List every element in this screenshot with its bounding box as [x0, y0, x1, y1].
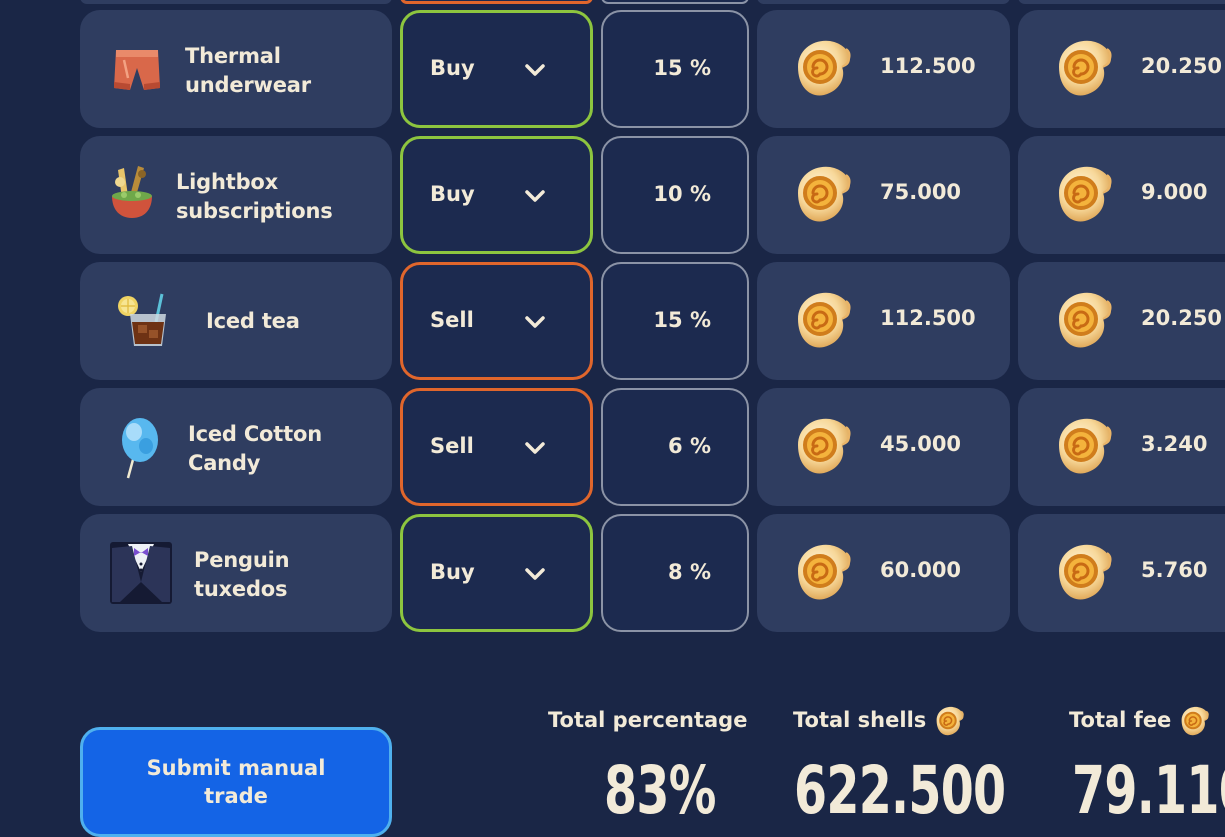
trade-type-value: Sell — [430, 308, 474, 332]
fee-amount: 5.760 — [1141, 558, 1208, 582]
chevron-down-icon — [524, 315, 546, 329]
trade-row: Iced tea Sell 15 % 112.500 20.250 — [0, 262, 1225, 382]
item-name: Thermal underwear — [185, 44, 311, 97]
lightbox-bowl-icon — [112, 166, 152, 218]
trade-row: Iced Cotton Candy Sell 6 % 45.000 3.240 — [0, 388, 1225, 508]
fee-amount-card: 5.760 — [1018, 514, 1225, 632]
shell-currency-icon — [1177, 705, 1211, 737]
shell-currency-icon — [790, 289, 854, 351]
previous-row-edge — [400, 0, 593, 4]
shells-amount-card: 75.000 — [757, 136, 1010, 254]
percentage-field[interactable]: 8 % — [601, 514, 749, 632]
fee-amount: 20.250 — [1141, 306, 1223, 330]
item-name: Penguin tuxedos — [194, 548, 290, 601]
percentage-value: 15 % — [653, 56, 711, 80]
trade-type-value: Buy — [430, 182, 475, 206]
shells-amount-card: 45.000 — [757, 388, 1010, 506]
shell-currency-icon — [790, 415, 854, 477]
fee-amount: 3.240 — [1141, 432, 1208, 456]
trade-row: Penguin tuxedos Buy 8 % 60.000 5.760 — [0, 514, 1225, 634]
item-card: Penguin tuxedos — [80, 514, 392, 632]
previous-row-edge — [757, 0, 1010, 4]
shell-currency-icon — [1051, 415, 1115, 477]
fee-amount-card: 9.000 — [1018, 136, 1225, 254]
total-percentage-label: Total percentage — [548, 708, 748, 732]
percentage-field[interactable]: 10 % — [601, 136, 749, 254]
shells-amount: 45.000 — [880, 432, 962, 456]
shell-currency-icon — [1051, 37, 1115, 99]
chevron-down-icon — [524, 189, 546, 203]
fee-amount-card: 3.240 — [1018, 388, 1225, 506]
submit-button-label: Submit manual — [146, 756, 326, 780]
submit-manual-trade-button[interactable]: Submit manual trade — [80, 727, 392, 837]
percentage-field[interactable]: 6 % — [601, 388, 749, 506]
shell-currency-icon — [1051, 541, 1115, 603]
thermal-underwear-icon — [114, 50, 160, 90]
percentage-value: 6 % — [668, 434, 711, 458]
percentage-value: 15 % — [653, 308, 711, 332]
percentage-field[interactable]: 15 % — [601, 10, 749, 128]
percentage-value: 10 % — [653, 182, 711, 206]
total-shells-label: Total shells — [793, 708, 927, 732]
fee-amount: 9.000 — [1141, 180, 1208, 204]
shell-currency-icon — [1051, 289, 1115, 351]
item-card: Iced tea — [80, 262, 392, 380]
trade-type-select[interactable]: Sell — [400, 388, 593, 506]
total-fee-label: Total fee — [1069, 708, 1172, 732]
item-name: Iced tea — [206, 309, 300, 333]
trade-row: Thermal underwear Buy 15 % 112.500 20.250 — [0, 10, 1225, 130]
chevron-down-icon — [524, 441, 546, 455]
trade-type-select[interactable]: Sell — [400, 262, 593, 380]
cotton-candy-icon — [122, 418, 158, 479]
chevron-down-icon — [524, 63, 546, 77]
shells-amount-card: 60.000 — [757, 514, 1010, 632]
previous-row-edge — [1018, 0, 1225, 4]
fee-amount: 20.250 — [1141, 54, 1223, 78]
shells-amount: 75.000 — [880, 180, 962, 204]
fee-amount-card: 20.250 — [1018, 10, 1225, 128]
percentage-value: 8 % — [668, 560, 711, 584]
trade-type-select[interactable]: Buy — [400, 10, 593, 128]
submit-button-label: trade — [204, 784, 268, 808]
trade-row: Lightbox subscriptions Buy 10 % 75.000 9.… — [0, 136, 1225, 256]
shell-currency-icon — [790, 163, 854, 225]
item-card: Lightbox subscriptions — [80, 136, 392, 254]
item-card: Thermal underwear — [80, 10, 392, 128]
total-shells-value: 622.500 — [794, 752, 1006, 829]
total-fee-value: 79.110 — [1072, 752, 1225, 829]
shells-amount: 112.500 — [880, 306, 976, 330]
trade-type-value: Buy — [430, 56, 475, 80]
shells-amount-card: 112.500 — [757, 10, 1010, 128]
total-percentage-value: 83% — [604, 752, 716, 829]
fee-amount-card: 20.250 — [1018, 262, 1225, 380]
shell-currency-icon — [790, 37, 854, 99]
item-card: Iced Cotton Candy — [80, 388, 392, 506]
iced-tea-icon — [118, 293, 166, 346]
trade-type-value: Buy — [430, 560, 475, 584]
shell-currency-icon — [790, 541, 854, 603]
trade-type-select[interactable]: Buy — [400, 136, 593, 254]
shells-amount-card: 112.500 — [757, 262, 1010, 380]
shells-amount: 60.000 — [880, 558, 962, 582]
trade-type-select[interactable]: Buy — [400, 514, 593, 632]
previous-row-edge — [80, 0, 392, 4]
trade-type-value: Sell — [430, 434, 474, 458]
penguin-tuxedo-icon — [110, 542, 172, 604]
shells-amount: 112.500 — [880, 54, 976, 78]
percentage-field[interactable]: 15 % — [601, 262, 749, 380]
chevron-down-icon — [524, 567, 546, 581]
shell-currency-icon — [932, 705, 966, 737]
previous-row-edge — [601, 0, 749, 4]
shell-currency-icon — [1051, 163, 1115, 225]
item-name: Lightbox subscriptions — [176, 170, 333, 223]
item-name: Iced Cotton Candy — [188, 422, 322, 475]
